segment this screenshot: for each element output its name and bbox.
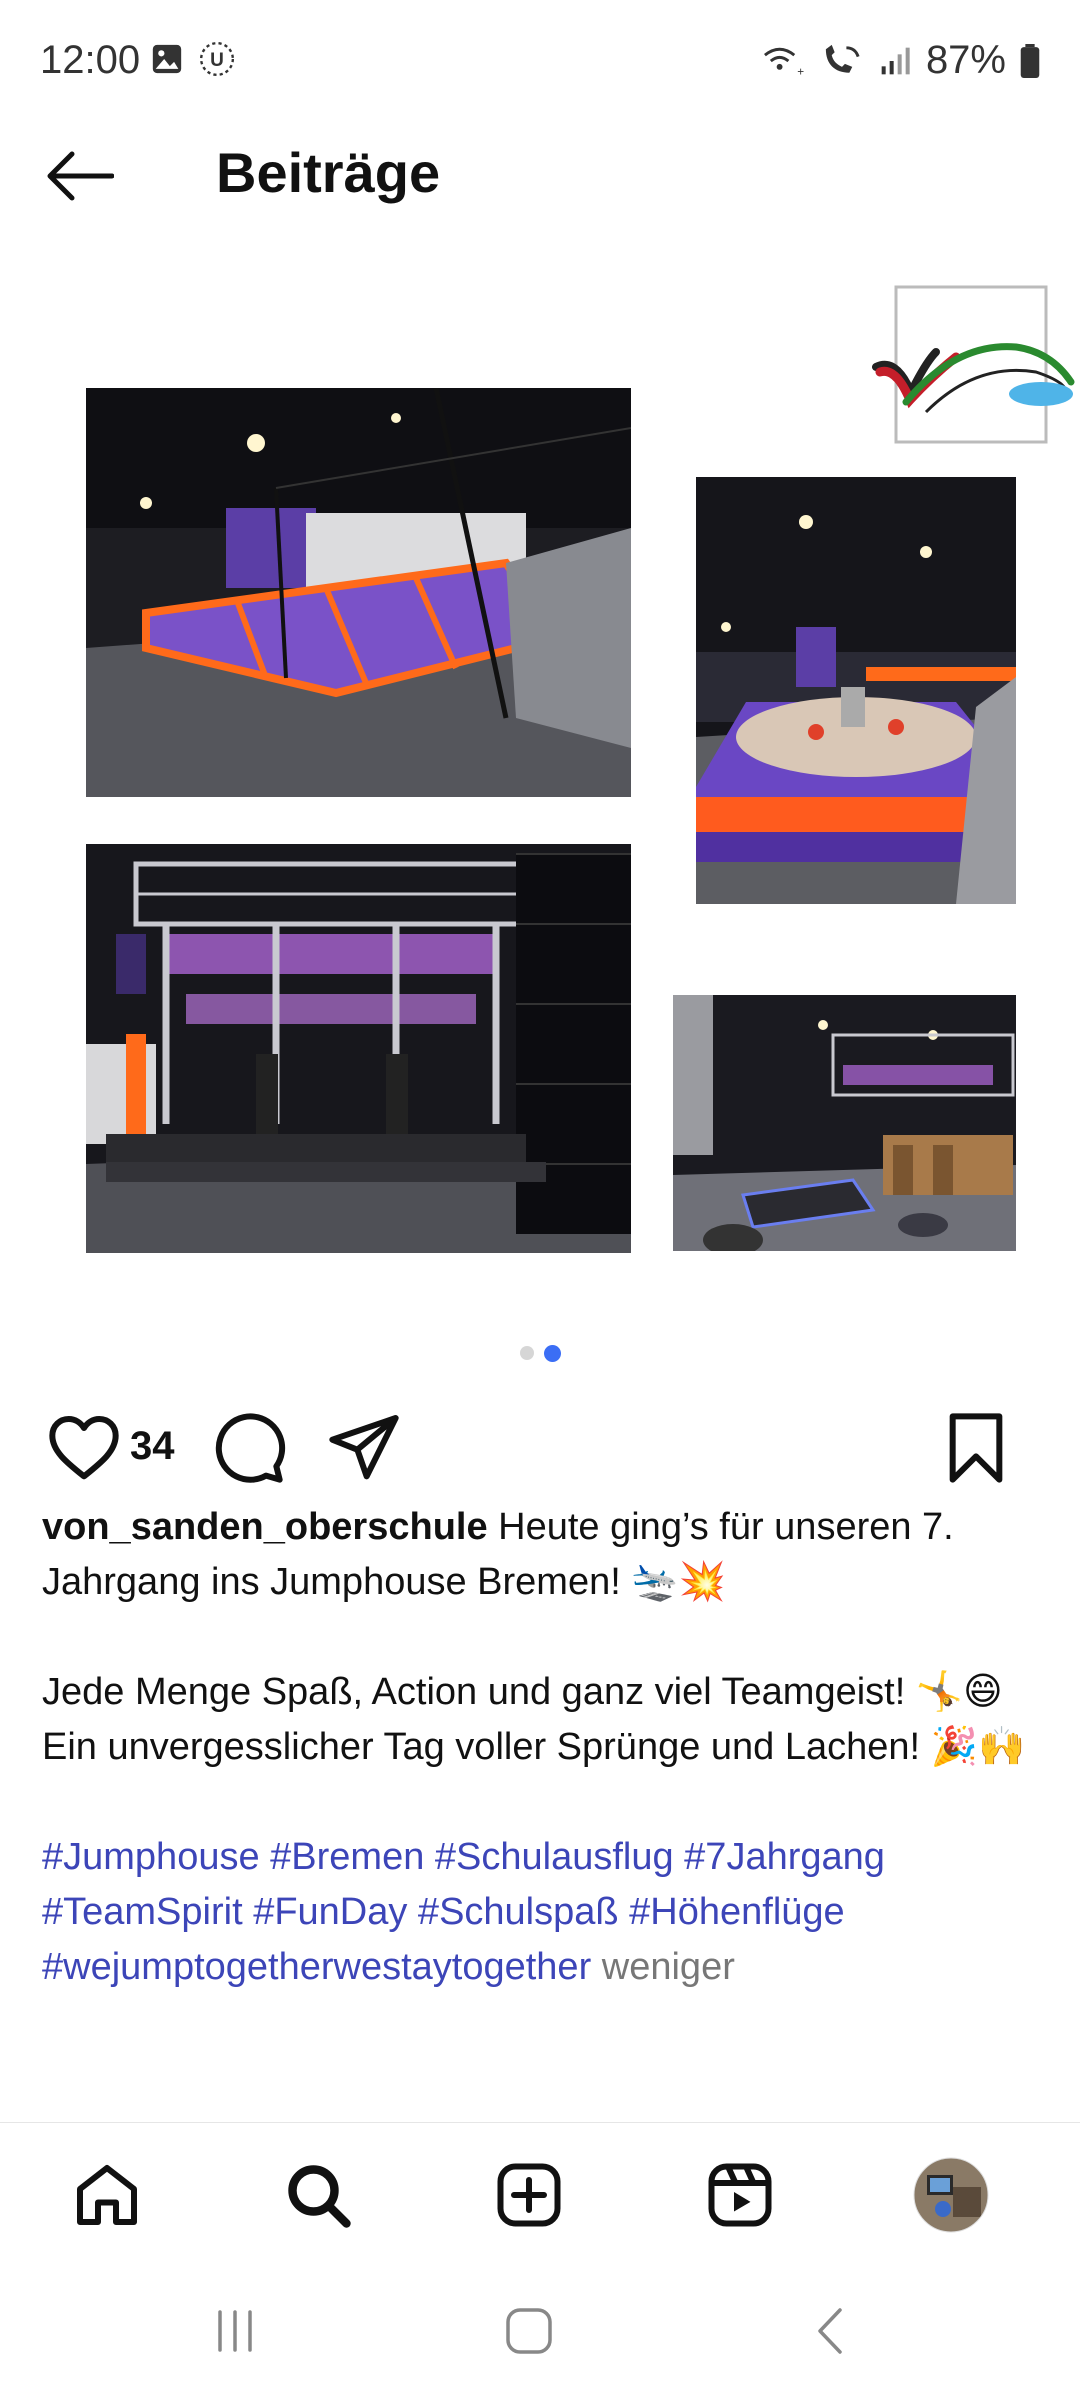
home-square-icon xyxy=(506,2308,552,2354)
nav-search[interactable] xyxy=(278,2155,358,2235)
photo-inflatable-ring xyxy=(696,477,1016,904)
photo-play-hall xyxy=(673,995,1016,1251)
wifi-calling-icon xyxy=(825,44,860,73)
signal-icon xyxy=(881,47,910,74)
recent-apps-button[interactable] xyxy=(210,2306,260,2361)
search-icon xyxy=(288,2165,351,2228)
caption-line-2: Jede Menge Spaß, Action und ganz viel Te… xyxy=(42,1671,1003,1713)
nav-home[interactable] xyxy=(67,2155,147,2235)
carousel-indicator xyxy=(0,1345,1080,1362)
arrow-left-icon xyxy=(47,151,114,201)
comment-button[interactable] xyxy=(208,1408,288,1493)
status-right: + 87% xyxy=(762,38,1040,83)
less-link[interactable]: weniger xyxy=(602,1946,735,1988)
app-header: Beiträge xyxy=(0,120,1080,230)
nav-profile[interactable] xyxy=(911,2155,991,2235)
home-system-button[interactable] xyxy=(504,2306,554,2361)
share-button[interactable] xyxy=(324,1408,404,1493)
carousel-dot-2-active xyxy=(543,1345,561,1362)
post-username[interactable]: von_sanden_oberschule xyxy=(42,1506,488,1548)
plus-square-icon xyxy=(497,2163,561,2227)
bookmark-icon xyxy=(949,1413,1003,1483)
paper-plane-icon xyxy=(329,1415,399,1480)
system-navigation-bar xyxy=(0,2262,1080,2400)
u-badge-icon: U xyxy=(199,41,235,77)
wifi-call-icon: + xyxy=(763,47,804,78)
status-bar: 12:00 U + 87% xyxy=(0,0,1080,120)
post-actions: 34 xyxy=(0,1400,1080,1500)
caption-line-3: Ein unvergesslicher Tag voller Sprünge u… xyxy=(42,1726,1026,1768)
avatar xyxy=(913,2157,989,2233)
status-time: 12:00 xyxy=(40,38,141,82)
recent-apps-icon xyxy=(218,2310,252,2352)
save-button[interactable] xyxy=(936,1408,1016,1493)
page-title: Beiträge xyxy=(216,141,441,204)
post-image-carousel[interactable] xyxy=(0,252,1080,1332)
battery-percent: 87% xyxy=(925,38,1006,82)
like-count[interactable]: 34 xyxy=(130,1424,175,1469)
post-caption: von_sanden_oberschule Heute ging’s für u… xyxy=(42,1500,1042,1995)
chevron-left-icon xyxy=(818,2308,842,2354)
nav-create[interactable] xyxy=(489,2155,569,2235)
home-icon xyxy=(77,2165,137,2225)
school-logo xyxy=(872,285,1075,444)
svg-text:+: + xyxy=(797,65,804,78)
heart-icon xyxy=(49,1416,119,1480)
back-button[interactable] xyxy=(44,146,124,206)
svg-text:U: U xyxy=(210,50,224,71)
carousel-dot-1 xyxy=(519,1346,534,1360)
battery-icon xyxy=(1020,43,1040,78)
photo-trampoline-area xyxy=(86,388,631,797)
gallery-icon xyxy=(152,44,182,74)
like-button[interactable] xyxy=(44,1408,124,1493)
reels-icon xyxy=(708,2163,772,2227)
caption-hashtags[interactable]: #Jumphouse #Bremen #Schulausflug #7Jahrg… xyxy=(42,1836,885,1988)
back-system-button[interactable] xyxy=(806,2306,856,2361)
photo-ninja-structure xyxy=(86,844,631,1253)
status-notification-icons: U xyxy=(150,40,236,78)
nav-reels[interactable] xyxy=(700,2155,780,2235)
bottom-navigation xyxy=(0,2122,1080,2263)
comment-icon xyxy=(215,1413,286,1483)
